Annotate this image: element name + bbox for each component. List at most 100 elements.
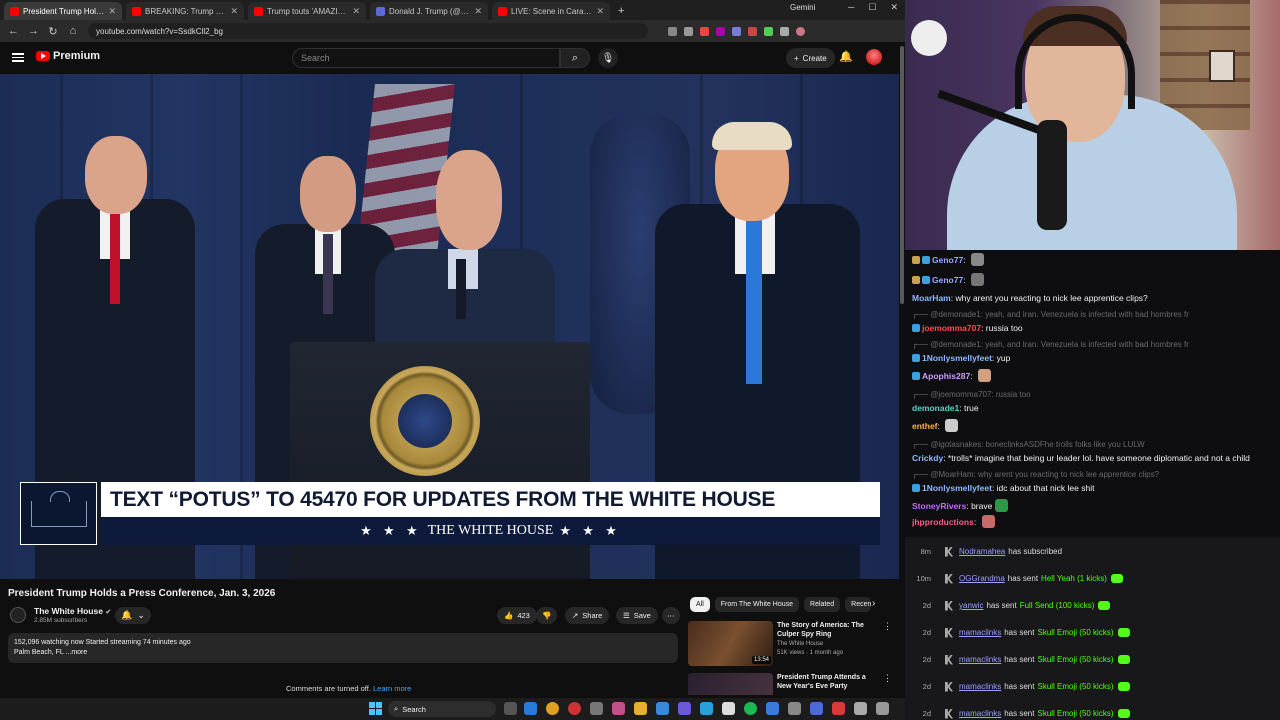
- subscription-bell-button[interactable]: 🔔 ⌄: [115, 607, 151, 624]
- maximize-icon[interactable]: ☐: [868, 2, 876, 13]
- browser-tab[interactable]: Trump touts 'AMAZING' captur✕: [248, 2, 366, 20]
- app-icon[interactable]: [700, 702, 713, 715]
- recommended-channel[interactable]: The White House: [777, 641, 823, 647]
- more-actions-button[interactable]: ⋯: [662, 607, 680, 624]
- video-thumbnail[interactable]: [688, 673, 773, 695]
- chat-username[interactable]: Geno77: [932, 275, 963, 285]
- video-thumbnail[interactable]: 13:54: [688, 621, 773, 666]
- youtube-logo[interactable]: Premium: [36, 50, 100, 62]
- chat-username[interactable]: enthef: [912, 421, 938, 431]
- app-icon[interactable]: [656, 702, 669, 715]
- forward-icon[interactable]: →: [28, 25, 39, 37]
- taskbar-search[interactable]: ⌕ Search: [388, 701, 496, 717]
- home-icon[interactable]: ⌂: [68, 25, 78, 37]
- event-user[interactable]: mamaclinks: [959, 628, 1001, 637]
- extension-icon[interactable]: [764, 26, 773, 36]
- chat-username[interactable]: jhpproductions: [912, 517, 974, 527]
- chat-username[interactable]: Apophis287: [922, 371, 970, 381]
- chat-username[interactable]: Geno77: [932, 255, 963, 265]
- extension-icon[interactable]: [732, 26, 741, 36]
- extension-icon[interactable]: [700, 26, 709, 36]
- close-tab-icon[interactable]: ✕: [474, 6, 482, 17]
- chat-username[interactable]: demonade1: [912, 403, 959, 413]
- avatar[interactable]: [866, 49, 882, 65]
- recommended-title[interactable]: The Story of America: The Culper Spy Rin…: [777, 621, 881, 639]
- bookmark-star-icon[interactable]: [684, 26, 693, 36]
- more-vert-icon[interactable]: ⋮: [883, 673, 892, 684]
- chip[interactable]: Related: [804, 597, 841, 612]
- extension-icon[interactable]: [668, 26, 677, 36]
- recommended-title[interactable]: President Trump Attends a New Year's Eve…: [777, 673, 881, 691]
- event-user[interactable]: yanwic: [959, 601, 983, 610]
- app-icon[interactable]: [766, 702, 779, 715]
- reload-icon[interactable]: ↻: [48, 25, 58, 38]
- channel-avatar[interactable]: [10, 607, 26, 623]
- close-tab-icon[interactable]: ✕: [230, 6, 238, 17]
- chat-username[interactable]: MoarHam: [912, 293, 951, 303]
- app-icon[interactable]: [678, 702, 691, 715]
- video-player[interactable]: TEXT “POTUS” TO 45470 FOR UPDATES FROM T…: [0, 74, 900, 579]
- app-icon[interactable]: [722, 702, 735, 715]
- chat-username[interactable]: StoneyRivers: [912, 501, 966, 511]
- chat-username[interactable]: joemomma707: [922, 323, 981, 333]
- url-field[interactable]: youtube.com/watch?v=SsdkCll2_bg: [88, 23, 648, 39]
- minimize-icon[interactable]: ─: [848, 2, 854, 13]
- chat-username[interactable]: 1Nonlysmellyfeet: [922, 353, 992, 363]
- channel-name[interactable]: The White House ✔: [34, 606, 111, 616]
- browser-tab[interactable]: BREAKING: Trump announce ✕: [126, 2, 244, 20]
- windows-start-icon[interactable]: [369, 702, 382, 715]
- more-vert-icon[interactable]: ⋮: [883, 621, 892, 632]
- close-tab-icon[interactable]: ✕: [596, 6, 604, 17]
- event-user[interactable]: OGGrandma: [959, 574, 1005, 583]
- chat-username[interactable]: 1Nonlysmellyfeet: [922, 483, 992, 493]
- app-icon[interactable]: [612, 702, 625, 715]
- extension-icon[interactable]: [748, 26, 757, 36]
- browser-tab[interactable]: President Trump Holds a Pr✕: [4, 2, 122, 20]
- close-tab-icon[interactable]: ✕: [352, 6, 360, 17]
- close-tab-icon[interactable]: ✕: [108, 6, 116, 17]
- new-tab-icon[interactable]: +: [618, 5, 624, 17]
- chip[interactable]: Recently uploaded: [845, 597, 872, 612]
- app-icon[interactable]: [854, 702, 867, 715]
- chrome-icon[interactable]: [546, 702, 559, 715]
- description-box[interactable]: 152,096 watching now Started streaming 7…: [8, 633, 678, 663]
- event-user[interactable]: mamaclinks: [959, 709, 1001, 718]
- pinned-tab-gemini[interactable]: Gemini: [790, 3, 815, 12]
- browser-tab[interactable]: Donald J. Trump (@realDon ✕: [370, 2, 488, 20]
- voice-search-button[interactable]: 🎙: [598, 48, 618, 68]
- app-icon[interactable]: [810, 702, 823, 715]
- app-icon[interactable]: [788, 702, 801, 715]
- chip[interactable]: All: [690, 597, 710, 612]
- dislike-button[interactable]: 👎: [536, 607, 558, 624]
- chevron-right-icon[interactable]: ›: [872, 598, 875, 609]
- back-icon[interactable]: ←: [8, 25, 19, 37]
- chat-username[interactable]: Crickdy: [912, 453, 943, 463]
- task-view-icon[interactable]: [504, 702, 517, 715]
- create-button[interactable]: + Create: [786, 48, 835, 68]
- search-input[interactable]: Search: [292, 48, 560, 68]
- search-button[interactable]: ⌕: [560, 48, 590, 68]
- close-window-icon[interactable]: ✕: [890, 2, 898, 13]
- chip[interactable]: From The White House: [714, 597, 800, 612]
- recommended-video[interactable]: President Trump Attends a New Year's Eve…: [688, 673, 898, 695]
- learn-more-link[interactable]: Learn more: [373, 684, 411, 693]
- like-button[interactable]: 👍 423: [497, 607, 537, 624]
- event-user[interactable]: mamaclinks: [959, 682, 1001, 691]
- app-icon[interactable]: [524, 702, 537, 715]
- browser-tab[interactable]: LIVE: Scene in Caracas after U ✕: [492, 2, 610, 20]
- share-button[interactable]: ↗ Share: [565, 607, 610, 624]
- folder-icon[interactable]: [634, 702, 647, 715]
- extension-icon[interactable]: [716, 26, 725, 36]
- app-icon[interactable]: [590, 702, 603, 715]
- extensions-puzzle-icon[interactable]: [780, 26, 789, 36]
- event-user[interactable]: Nodramahea: [959, 547, 1005, 556]
- event-user[interactable]: mamaclinks: [959, 655, 1001, 664]
- app-icon[interactable]: [568, 702, 581, 715]
- spotify-icon[interactable]: [744, 702, 757, 715]
- notifications-bell-icon[interactable]: 🔔: [839, 50, 853, 63]
- app-icon[interactable]: [832, 702, 845, 715]
- save-button[interactable]: ☰ Save: [616, 607, 658, 624]
- profile-icon[interactable]: [796, 26, 805, 36]
- app-icon[interactable]: [876, 702, 889, 715]
- menu-icon[interactable]: [12, 51, 24, 63]
